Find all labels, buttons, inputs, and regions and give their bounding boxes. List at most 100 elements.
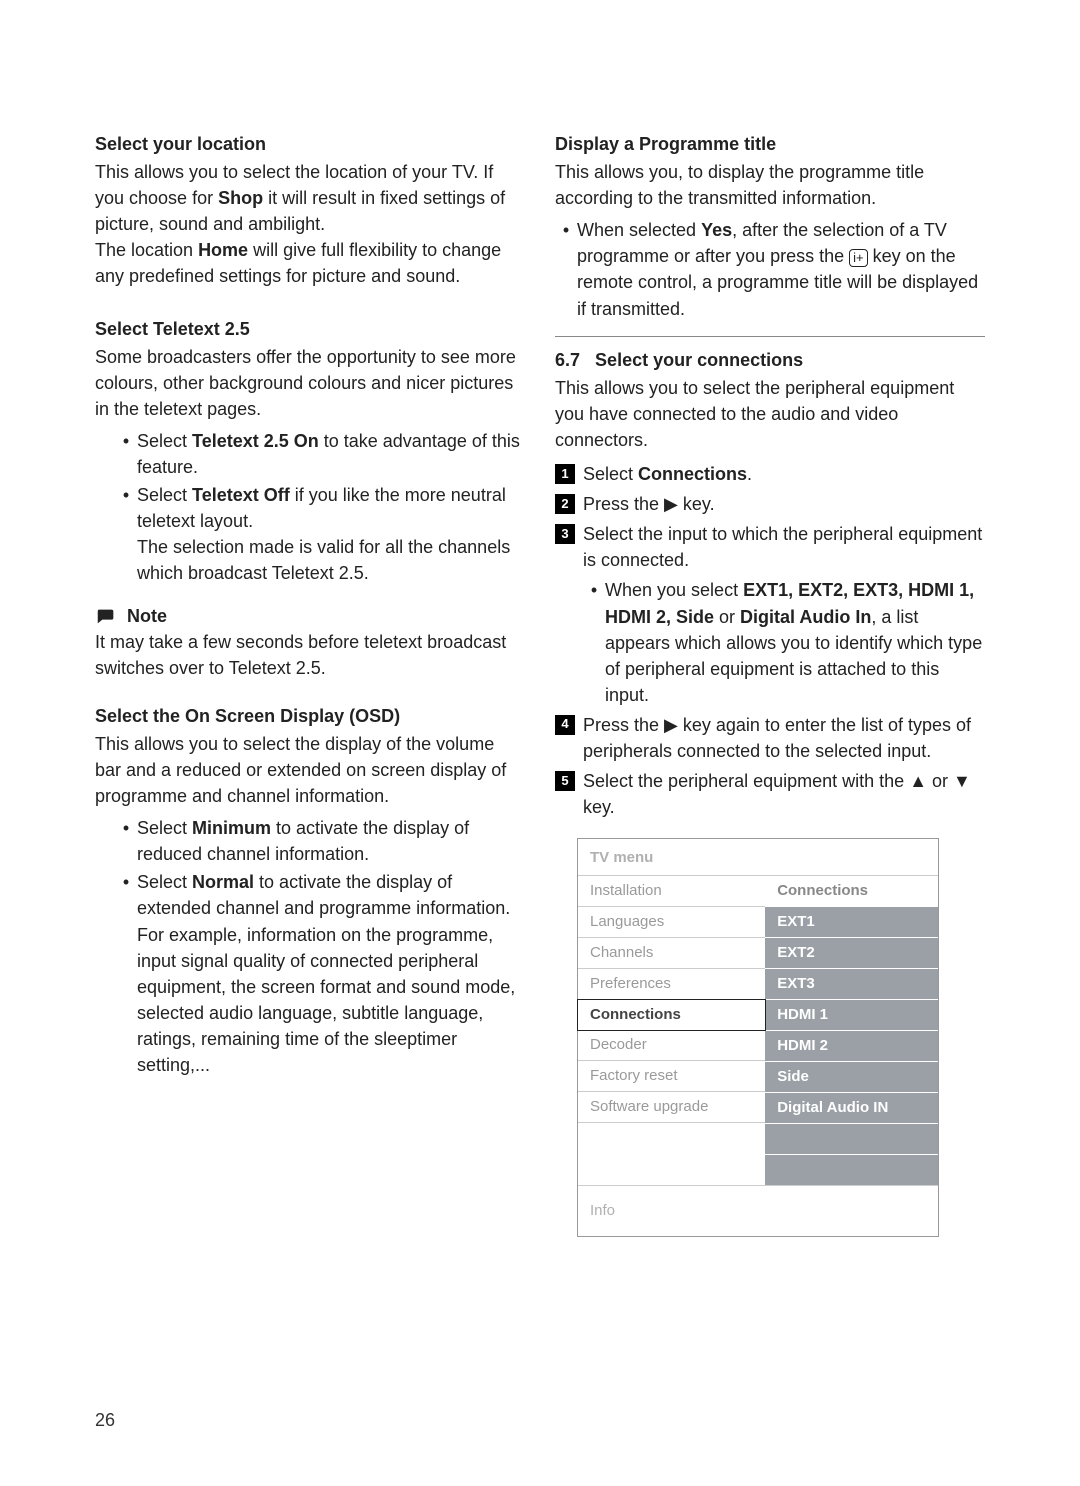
para-connections: This allows you to select the peripheral… [555, 375, 985, 453]
step: 5 Select the peripheral equipment with t… [555, 768, 985, 820]
bold: Normal [192, 872, 254, 892]
text: or [927, 771, 953, 791]
text: Press the [583, 494, 664, 514]
bullet-text: When selected Yes, after the selection o… [577, 217, 985, 321]
bullet-text: Select Teletext 2.5 On to take advantage… [137, 428, 525, 480]
bullet-text: Select Teletext Off if you like the more… [137, 482, 525, 586]
text: The selection made is valid for all the … [137, 537, 510, 583]
bold: Connections [638, 464, 747, 484]
note-heading: Note [95, 603, 525, 629]
bullet-icon: • [115, 869, 137, 895]
step-text: Select the peripheral equipment with the… [583, 768, 985, 820]
menu-item-software-upgrade[interactable]: Software upgrade [578, 1092, 765, 1123]
text: to activate the display of extended chan… [137, 872, 515, 1075]
heading-osd: Select the On Screen Display (OSD) [95, 703, 525, 729]
menu-right-header: Connections [765, 876, 938, 907]
text: or [714, 607, 740, 627]
text: Select [137, 818, 192, 838]
menu-option-blank [765, 1155, 938, 1185]
menu-option-hdmi1[interactable]: HDMI 1 [765, 1000, 938, 1031]
section-heading: 6.7 Select your connections [555, 347, 985, 373]
text: The location [95, 240, 198, 260]
list-item: • Select Teletext 2.5 On to take advanta… [95, 428, 525, 480]
right-arrow-icon: ▶ [664, 494, 678, 514]
bullet-list: • Select Teletext 2.5 On to take advanta… [95, 428, 525, 587]
right-arrow-icon: ▶ [664, 715, 678, 735]
bold-home: Home [198, 240, 248, 260]
menu-item-channels[interactable]: Channels [578, 938, 765, 969]
menu-option-ext2[interactable]: EXT2 [765, 938, 938, 969]
tv-menu-panel: TV menu Installation Languages Channels … [577, 838, 939, 1237]
step-number-badge: 3 [555, 524, 575, 544]
text: key. [678, 494, 715, 514]
bullet-list: • Select Minimum to activate the display… [95, 815, 525, 1078]
bold: Teletext 2.5 On [192, 431, 319, 451]
list-item: • Select Normal to activate the display … [95, 869, 525, 1078]
numbered-steps: 1 Select Connections. 2 Press the ▶ key.… [555, 461, 985, 820]
menu-right-column: Connections EXT1 EXT2 EXT3 HDMI 1 HDMI 2… [765, 876, 938, 1185]
menu-left-header: Installation [578, 876, 765, 907]
note-icon [95, 605, 117, 627]
bullet-icon: • [115, 428, 137, 454]
bullet-text: Select Minimum to activate the display o… [137, 815, 525, 867]
step-text: Press the ▶ key again to enter the list … [583, 712, 985, 764]
bold: Digital Audio In [740, 607, 871, 627]
menu-item-preferences[interactable]: Preferences [578, 969, 765, 1000]
bold: Teletext Off [192, 485, 290, 505]
note-label: Note [127, 603, 167, 629]
text: Select the peripheral equipment with the [583, 771, 909, 791]
menu-item-decoder[interactable]: Decoder [578, 1030, 765, 1061]
menu-item-languages[interactable]: Languages [578, 907, 765, 938]
text: Press the [583, 715, 664, 735]
text: Select [137, 431, 192, 451]
step-text: Select Connections. [583, 461, 985, 487]
menu-left-column: Installation Languages Channels Preferen… [578, 876, 765, 1185]
heading-location: Select your location [95, 131, 525, 157]
para-teletext: Some broadcasters offer the opportunity … [95, 344, 525, 422]
manual-page: Select your location This allows you to … [0, 0, 1080, 1297]
para-programme-title: This allows you, to display the programm… [555, 159, 985, 211]
menu-title: TV menu [578, 839, 938, 876]
text: When selected [577, 220, 701, 240]
info-plus-icon: i+ [849, 249, 867, 267]
up-arrow-icon: ▲ [909, 771, 927, 791]
sub-bullet-text: When you select EXT1, EXT2, EXT3, HDMI 1… [605, 577, 985, 707]
section-number: 6.7 [555, 350, 580, 370]
text: Select the input to which the peripheral… [583, 524, 982, 570]
heading-teletext: Select Teletext 2.5 [95, 316, 525, 342]
note-text: It may take a few seconds before teletex… [95, 629, 525, 681]
bullet-icon: • [115, 815, 137, 841]
menu-option-side[interactable]: Side [765, 1062, 938, 1093]
menu-item-factory-reset[interactable]: Factory reset [578, 1061, 765, 1092]
list-item: • When selected Yes, after the selection… [555, 217, 985, 321]
step-number-badge: 4 [555, 715, 575, 735]
heading-programme-title: Display a Programme title [555, 131, 985, 157]
step: 2 Press the ▶ key. [555, 491, 985, 517]
menu-option-hdmi2[interactable]: HDMI 2 [765, 1031, 938, 1062]
down-arrow-icon: ▼ [953, 771, 971, 791]
bold: Minimum [192, 818, 271, 838]
menu-option-ext1[interactable]: EXT1 [765, 907, 938, 938]
bullet-icon: • [115, 482, 137, 508]
bullet-icon: • [583, 577, 605, 603]
menu-item-connections[interactable]: Connections [577, 999, 766, 1031]
step-text: Press the ▶ key. [583, 491, 985, 517]
bullet-list: • When selected Yes, after the selection… [555, 217, 985, 321]
step-number-badge: 2 [555, 494, 575, 514]
step-number-badge: 5 [555, 771, 575, 791]
menu-option-digital-audio-in[interactable]: Digital Audio IN [765, 1093, 938, 1124]
text: . [747, 464, 752, 484]
bold-shop: Shop [218, 188, 263, 208]
step-text: Select the input to which the peripheral… [583, 521, 985, 708]
bold: Yes [701, 220, 732, 240]
menu-option-ext3[interactable]: EXT3 [765, 969, 938, 1000]
section-divider [555, 336, 985, 337]
sub-list-item: • When you select EXT1, EXT2, EXT3, HDMI… [583, 577, 985, 707]
step: 4 Press the ▶ key again to enter the lis… [555, 712, 985, 764]
list-item: • Select Teletext Off if you like the mo… [95, 482, 525, 586]
menu-option-blank [765, 1124, 938, 1155]
text: Select [137, 872, 192, 892]
left-column: Select your location This allows you to … [95, 125, 525, 1237]
page-number: 26 [95, 1410, 115, 1431]
menu-info-label: Info [578, 1185, 938, 1236]
